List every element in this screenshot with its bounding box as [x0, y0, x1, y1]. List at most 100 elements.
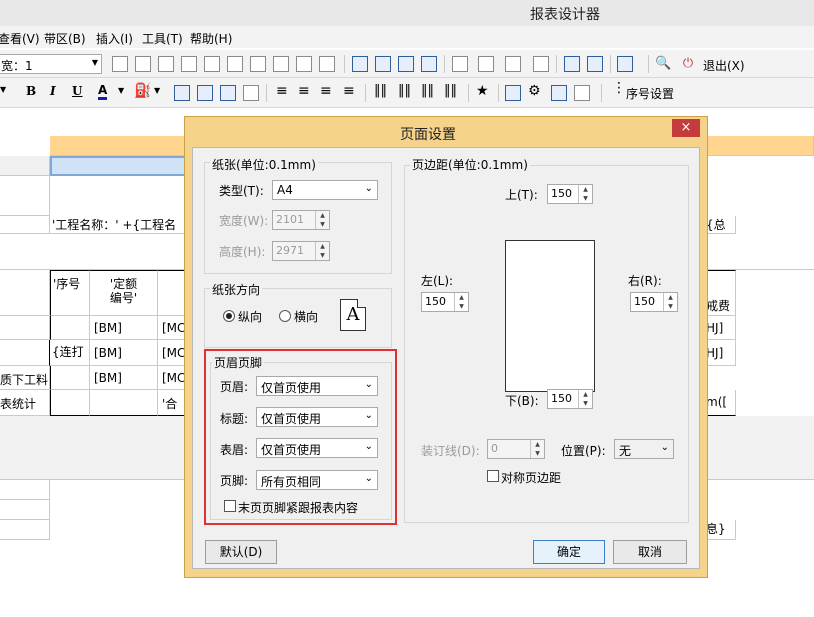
cell-xia[interactable]: 质下工料: [0, 366, 50, 390]
title-select[interactable]: 仅首页使用 ⌄: [256, 407, 378, 427]
portrait-radio[interactable]: [223, 310, 235, 322]
footer-select[interactable]: 所有页相同 ⌄: [256, 470, 378, 490]
chevron-down-icon[interactable]: ▼: [0, 85, 6, 94]
spin-arrows-icon[interactable]: ▲ ▼: [578, 390, 592, 408]
merge-icon[interactable]: [398, 56, 414, 72]
close-button[interactable]: ×: [672, 119, 700, 137]
cell-format-icon[interactable]: [174, 85, 190, 101]
ok-button[interactable]: 确定: [533, 540, 605, 564]
default-button[interactable]: 默认(D): [205, 540, 277, 564]
cell-xi[interactable]: 息}: [706, 520, 736, 540]
exit-button[interactable]: 退出(X): [703, 57, 745, 74]
cell-hj[interactable]: HJ]: [706, 340, 736, 366]
cell-tongji[interactable]: 表统计: [0, 390, 50, 416]
cell-format-icon[interactable]: [197, 85, 213, 101]
align-left-icon[interactable]: ≡: [276, 83, 288, 99]
folder-icon[interactable]: [551, 85, 567, 101]
position-select[interactable]: 无 ⌄: [614, 439, 674, 459]
border-icon[interactable]: [135, 56, 151, 72]
row-header[interactable]: [0, 156, 50, 176]
cell-m[interactable]: m([: [706, 390, 736, 416]
cell-code-header[interactable]: '定额 编号': [90, 270, 158, 316]
cell-fee-header[interactable]: 戒费: [706, 270, 736, 316]
star-icon[interactable]: ★: [476, 83, 489, 99]
table-cell[interactable]: [50, 366, 90, 390]
border-icon[interactable]: [204, 56, 220, 72]
merge-icon[interactable]: [375, 56, 391, 72]
diagonal-icon[interactable]: [319, 56, 335, 72]
cell-bm[interactable]: [BM]: [90, 316, 158, 340]
italic-button[interactable]: I: [50, 84, 56, 98]
insert-col-icon[interactable]: [478, 56, 494, 72]
book-icon[interactable]: [505, 85, 521, 101]
font-color-button[interactable]: A: [98, 83, 108, 100]
cell-project-name[interactable]: '工程名称：' +{工程名: [50, 216, 190, 234]
symmetric-margins-checkbox[interactable]: [487, 470, 499, 482]
selected-cell[interactable]: [50, 156, 190, 176]
align-right-icon[interactable]: ≡: [320, 83, 332, 99]
row-header[interactable]: [0, 480, 50, 500]
grid-icon[interactable]: [564, 56, 580, 72]
portrait-label[interactable]: 纵向: [238, 308, 262, 325]
menu-band[interactable]: 带区(B): [44, 30, 86, 47]
gear-icon[interactable]: ⚙: [528, 83, 541, 99]
row-header[interactable]: [0, 316, 50, 340]
cancel-button[interactable]: 取消: [613, 540, 687, 564]
chevron-down-icon[interactable]: ▼: [118, 86, 124, 95]
grid-icon[interactable]: [587, 56, 603, 72]
fill-color-icon[interactable]: ⛽: [134, 83, 151, 99]
menu-view[interactable]: 查看(V): [0, 30, 40, 47]
border-icon[interactable]: [227, 56, 243, 72]
sort-icon[interactable]: [574, 85, 590, 101]
symmetric-margins-label[interactable]: 对称页边距: [501, 469, 561, 486]
cell-seq-header[interactable]: '序号: [50, 270, 90, 316]
align-justify-icon[interactable]: ≡: [343, 83, 355, 99]
border-icon[interactable]: [158, 56, 174, 72]
spin-arrows-icon[interactable]: ▲ ▼: [530, 440, 544, 458]
margin-top-input[interactable]: 150 ▲ ▼: [547, 184, 593, 204]
dialog-title-bar[interactable]: 页面设置 ×: [185, 117, 707, 147]
spin-arrows-icon[interactable]: ▲ ▼: [663, 293, 677, 311]
merge-icon[interactable]: [421, 56, 437, 72]
last-page-footer-checkbox[interactable]: [224, 500, 236, 512]
paper-type-select[interactable]: A4 ⌄: [272, 180, 378, 200]
table-header-select[interactable]: 仅首页使用 ⌄: [256, 438, 378, 458]
margin-bottom-input[interactable]: 150 ▲ ▼: [547, 389, 593, 409]
spin-arrows-icon[interactable]: ▲ ▼: [454, 293, 468, 311]
seq-setting-button[interactable]: 序号设置: [626, 85, 674, 102]
cell-hj[interactable]: HJ]: [706, 316, 736, 340]
border-icon[interactable]: [112, 56, 128, 72]
margin-right-input[interactable]: 150 ▲ ▼: [630, 292, 678, 312]
row-header[interactable]: [0, 500, 50, 520]
row-header[interactable]: [0, 520, 50, 540]
cell-bm[interactable]: [BM]: [90, 366, 158, 390]
table-cell[interactable]: [90, 390, 158, 416]
row-header[interactable]: [0, 340, 50, 366]
paper-height-input[interactable]: 2971 ▲ ▼: [272, 241, 330, 261]
spin-arrows-icon[interactable]: ▲ ▼: [315, 211, 329, 229]
menu-tools[interactable]: 工具(T): [142, 30, 183, 47]
landscape-radio[interactable]: [279, 310, 291, 322]
border-icon[interactable]: [250, 56, 266, 72]
table-icon[interactable]: [617, 56, 633, 72]
chevron-down-icon[interactable]: ▼: [154, 86, 160, 95]
margin-left-input[interactable]: 150 ▲ ▼: [421, 292, 469, 312]
cell-total[interactable]: {总: [706, 216, 736, 234]
insert-row-icon[interactable]: [452, 56, 468, 72]
border-icon[interactable]: [296, 56, 312, 72]
valign-icon[interactable]: ‖‖: [421, 83, 434, 98]
spin-arrows-icon[interactable]: ▲ ▼: [578, 185, 592, 203]
table-cell[interactable]: [50, 390, 90, 416]
row-header[interactable]: [0, 176, 50, 216]
valign-icon[interactable]: ‖‖: [398, 83, 411, 98]
menu-insert[interactable]: 插入(I): [96, 30, 133, 47]
align-center-icon[interactable]: ≡: [298, 83, 310, 99]
row-header[interactable]: [0, 216, 50, 234]
table-cell[interactable]: [50, 316, 90, 340]
preview-icon[interactable]: 🔍: [655, 56, 671, 72]
cell-format-icon[interactable]: [220, 85, 236, 101]
valign-icon[interactable]: ‖‖: [374, 83, 387, 98]
cell-lian[interactable]: {连打: [50, 340, 90, 366]
cell-bm[interactable]: [BM]: [90, 340, 158, 366]
spin-arrows-icon[interactable]: ▲ ▼: [315, 242, 329, 260]
